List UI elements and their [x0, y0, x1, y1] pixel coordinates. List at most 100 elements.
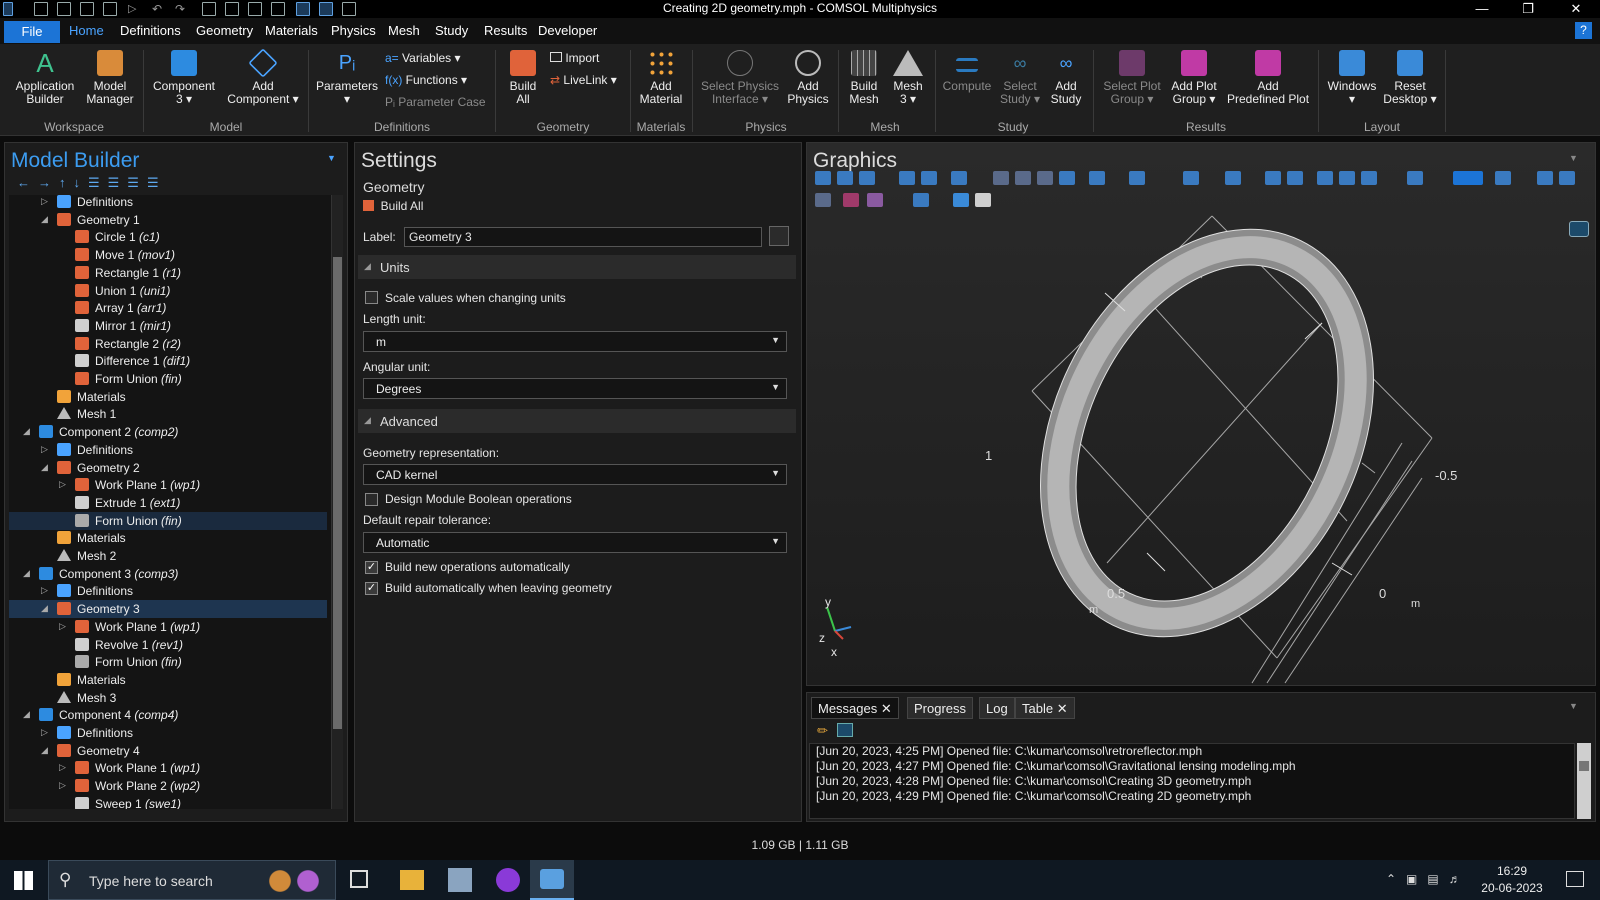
parameters-button[interactable]: Pᵢ Parameters ▾: [312, 50, 382, 106]
build-leaving-geometry-checkbox[interactable]: ✓: [365, 582, 378, 595]
tab-developer[interactable]: Developer: [538, 23, 597, 38]
tree-item[interactable]: ▷ Definitions: [9, 724, 327, 742]
tab-mesh[interactable]: Mesh: [388, 23, 420, 38]
functions-button[interactable]: f(x) Functions ▾: [385, 73, 467, 87]
messages-scrollbar-thumb[interactable]: [1579, 761, 1589, 771]
tree-item[interactable]: Move 1 (mov1): [9, 246, 327, 264]
design-module-checkbox[interactable]: [365, 493, 378, 506]
add-study-button[interactable]: ∞ Add Study: [1046, 50, 1086, 106]
select-physics-interface-button[interactable]: Select Physics Interface ▾: [698, 50, 782, 106]
tab-table[interactable]: Table ✕: [1015, 697, 1075, 719]
expand-icon[interactable]: ▷: [59, 780, 66, 791]
component-button[interactable]: Component 3 ▾: [148, 50, 220, 106]
tree-item[interactable]: Mesh 3: [9, 689, 327, 707]
tab-materials[interactable]: Materials: [265, 23, 318, 38]
expand-icon[interactable]: ▷: [41, 727, 48, 738]
collapse-icon[interactable]: ◢: [41, 462, 48, 473]
tree-item[interactable]: Sweep 1 (swe1): [9, 795, 327, 809]
add-physics-button[interactable]: Add Physics: [782, 50, 834, 106]
collapse-icon[interactable]: ◢: [23, 709, 30, 720]
panel-menu-icon[interactable]: ▼: [327, 153, 336, 163]
livelink-button[interactable]: ⇄ LiveLink ▾: [550, 73, 617, 87]
windows-start-icon[interactable]: [14, 871, 33, 890]
system-tray-icons[interactable]: ⌃▣▤♬: [1386, 872, 1471, 886]
tree-item[interactable]: ▷ Work Plane 1 (wp1): [9, 476, 327, 494]
settings-build-all-button[interactable]: Build All: [363, 199, 423, 213]
build-new-operations-checkbox[interactable]: ✓: [365, 561, 378, 574]
build-all-button[interactable]: Build All: [500, 50, 546, 106]
tree-item[interactable]: Rectangle 2 (r2): [9, 335, 327, 353]
tree-item[interactable]: Materials: [9, 388, 327, 406]
repair-tolerance-select[interactable]: Automatic ▼: [363, 532, 787, 553]
notifications-icon[interactable]: [1566, 871, 1584, 887]
select-plot-group-button[interactable]: Select Plot Group ▾: [1098, 50, 1166, 106]
minimize-button[interactable]: —: [1462, 0, 1502, 18]
units-section-header[interactable]: ◢ Units: [358, 255, 796, 279]
tree-item[interactable]: Extrude 1 (ext1): [9, 494, 327, 512]
parameter-case-button[interactable]: Pᵢ Parameter Case: [385, 95, 486, 109]
tree-item[interactable]: Form Union (fin): [9, 653, 327, 671]
advanced-section-header[interactable]: ◢ Advanced: [358, 409, 796, 433]
scale-values-checkbox[interactable]: [365, 291, 378, 304]
tree-item[interactable]: ▷ Definitions: [9, 441, 327, 459]
tree-scrollbar[interactable]: [331, 195, 343, 809]
import-button[interactable]: Import: [550, 51, 599, 65]
tree-item[interactable]: Mesh 2: [9, 547, 327, 565]
expand-icon[interactable]: ▷: [41, 196, 48, 207]
tree-item[interactable]: ◢ Geometry 2: [9, 459, 327, 477]
graphics-canvas[interactable]: [807, 143, 1597, 687]
expand-icon[interactable]: ▷: [59, 762, 66, 773]
maximize-button[interactable]: ❐: [1508, 0, 1548, 18]
close-button[interactable]: ✕: [1556, 0, 1596, 18]
app-icon[interactable]: [448, 868, 472, 892]
file-explorer-icon[interactable]: [400, 870, 424, 890]
build-mesh-button[interactable]: Build Mesh: [842, 50, 886, 106]
collapse-icon[interactable]: ◢: [41, 603, 48, 614]
add-material-button[interactable]: Add Material: [635, 50, 687, 106]
taskbar-search-box[interactable]: ⚲ Type here to search: [48, 860, 336, 900]
collapse-icon[interactable]: ◢: [23, 426, 30, 437]
tree-item[interactable]: ◢ Geometry 4: [9, 742, 327, 760]
broom-icon[interactable]: ✏: [817, 723, 831, 738]
tree-item[interactable]: Revolve 1 (rev1): [9, 636, 327, 654]
tree-item[interactable]: Mesh 1: [9, 405, 327, 423]
tree-item[interactable]: ▷ Definitions: [9, 582, 327, 600]
clock-date[interactable]: 20-06-2023: [1480, 881, 1544, 895]
messages-scrollbar[interactable]: [1577, 743, 1591, 819]
windows-button[interactable]: Windows ▾: [1324, 50, 1380, 106]
tree-item[interactable]: ▷ Work Plane 1 (wp1): [9, 759, 327, 777]
tree-item[interactable]: Union 1 (uni1): [9, 282, 327, 300]
tree-item[interactable]: Form Union (fin): [9, 511, 327, 530]
expand-icon[interactable]: ▷: [59, 621, 66, 632]
tab-progress[interactable]: Progress: [907, 697, 974, 719]
tab-geometry[interactable]: Geometry: [196, 23, 253, 38]
app-icon[interactable]: [496, 868, 520, 892]
comsol-taskbar-button[interactable]: [530, 860, 574, 900]
tree-item[interactable]: ◢ Component 2 (comp2): [9, 423, 327, 441]
close-icon[interactable]: ✕: [881, 701, 892, 716]
model-manager-button[interactable]: Model Manager: [82, 50, 138, 106]
collapse-icon[interactable]: ◢: [41, 745, 48, 756]
panel-menu-icon[interactable]: ▼: [1569, 701, 1578, 711]
tree-item[interactable]: Array 1 (arr1): [9, 299, 327, 317]
collapse-icon[interactable]: ◢: [41, 214, 48, 225]
clock-time[interactable]: 16:29: [1480, 864, 1544, 878]
add-plot-group-button[interactable]: Add Plot Group ▾: [1166, 50, 1222, 106]
torus-geometry[interactable]: [976, 174, 1439, 687]
geometry-representation-select[interactable]: CAD kernel ▼: [363, 464, 787, 485]
tree-item[interactable]: Rectangle 1 (r1): [9, 264, 327, 282]
reset-desktop-button[interactable]: Reset Desktop ▾: [1380, 50, 1440, 106]
tab-home[interactable]: Home: [69, 23, 104, 38]
application-builder-button[interactable]: A Application Builder: [10, 50, 80, 106]
tree-item[interactable]: Form Union (fin): [9, 370, 327, 388]
compute-button[interactable]: Compute: [940, 50, 994, 93]
help-icon[interactable]: ?: [1575, 22, 1592, 39]
tree-item[interactable]: ▷ Work Plane 2 (wp2): [9, 777, 327, 795]
length-unit-select[interactable]: m ▼: [363, 331, 787, 352]
label-edit-icon[interactable]: [769, 226, 789, 246]
tree-item[interactable]: ◢ Component 3 (comp3): [9, 565, 327, 583]
tree-item[interactable]: Materials: [9, 529, 327, 547]
angular-unit-select[interactable]: Degrees ▼: [363, 378, 787, 399]
tree-item[interactable]: ◢ Component 4 (comp4): [9, 706, 327, 724]
tab-physics[interactable]: Physics: [331, 23, 376, 38]
